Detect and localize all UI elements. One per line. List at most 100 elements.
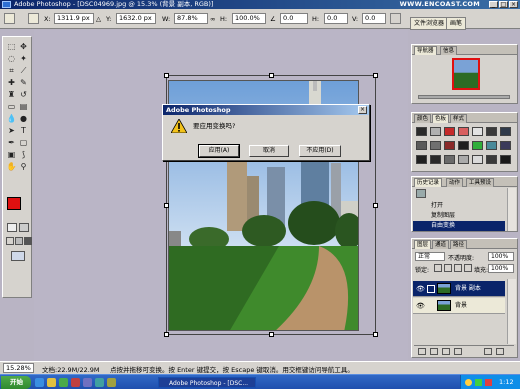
- notes-tool-icon[interactable]: ▣: [6, 149, 17, 160]
- navigator-zoom-slider[interactable]: [418, 95, 510, 99]
- apply-button[interactable]: 应用(A): [198, 144, 240, 158]
- layer-row[interactable]: 👁 背景: [413, 298, 505, 314]
- transform-handle-t[interactable]: [269, 73, 274, 78]
- quicklaunch-app3-icon[interactable]: [95, 378, 104, 387]
- magic-wand-icon[interactable]: ✦: [18, 53, 29, 64]
- swatch[interactable]: [500, 141, 511, 150]
- swatch[interactable]: [486, 155, 497, 164]
- opacity-field[interactable]: 100%: [488, 252, 514, 261]
- quicklaunch-app-icon[interactable]: [71, 378, 80, 387]
- tab-color[interactable]: 颜色: [414, 114, 432, 123]
- eye-icon[interactable]: 👁: [416, 285, 425, 293]
- transform-handle-br[interactable]: [373, 332, 378, 337]
- transform-handle-l[interactable]: [164, 203, 169, 208]
- swatch[interactable]: [472, 141, 483, 150]
- history-scrollbar[interactable]: [507, 188, 516, 231]
- v-skew-field[interactable]: 0.0: [362, 13, 386, 24]
- swatch[interactable]: [416, 127, 427, 136]
- tray-volume-icon[interactable]: [465, 379, 472, 386]
- layer-row-selected[interactable]: 👁 背景 副本: [413, 281, 505, 297]
- tray-app-icon[interactable]: [485, 379, 492, 386]
- standard-mode-icon[interactable]: [7, 223, 17, 232]
- swatch[interactable]: [458, 127, 469, 136]
- zoom-tool-icon[interactable]: ⚲: [18, 161, 29, 172]
- screen-mode-full-icon[interactable]: [24, 237, 32, 245]
- tab-info[interactable]: 信息: [440, 46, 458, 55]
- eye-icon[interactable]: 👁: [416, 302, 425, 310]
- swatch[interactable]: [416, 155, 427, 164]
- tab-actions[interactable]: 动作: [446, 178, 464, 187]
- tab-navigator[interactable]: 导航器: [414, 46, 437, 55]
- quicklaunch-folder-icon[interactable]: [47, 378, 56, 387]
- h-skew-field[interactable]: 0.0: [324, 13, 348, 24]
- swatch[interactable]: [444, 155, 455, 164]
- type-tool-icon[interactable]: T: [18, 125, 29, 136]
- path-select-icon[interactable]: ➤: [6, 125, 17, 136]
- brush-tool-icon[interactable]: ✎: [18, 77, 29, 88]
- dodge-tool-icon[interactable]: ●: [18, 113, 29, 124]
- quicklaunch-ie-icon[interactable]: [35, 378, 44, 387]
- new-set-icon[interactable]: [442, 348, 450, 355]
- swatch[interactable]: [500, 155, 511, 164]
- move-tool-icon[interactable]: ✥: [18, 41, 29, 52]
- transform-handle-tr[interactable]: [373, 73, 378, 78]
- healing-brush-icon[interactable]: ✚: [6, 77, 17, 88]
- swatch[interactable]: [444, 127, 455, 136]
- marquee-tool-icon[interactable]: ⬚: [6, 41, 17, 52]
- transform-handle-tl[interactable]: [164, 73, 169, 78]
- tab-layers[interactable]: 图层: [414, 240, 432, 249]
- swatch[interactable]: [416, 141, 427, 150]
- history-item[interactable]: 打开: [413, 201, 505, 211]
- crop-tool-icon[interactable]: ⌗: [6, 65, 17, 76]
- slice-tool-icon[interactable]: ⟋: [18, 65, 29, 76]
- history-snapshot-icon[interactable]: [416, 189, 426, 198]
- maximize-button[interactable]: □: [499, 1, 508, 8]
- tab-paths[interactable]: 路径: [450, 240, 468, 249]
- link-icon[interactable]: ∞: [210, 15, 215, 23]
- lock-position-icon[interactable]: [454, 264, 462, 272]
- h-field[interactable]: 100.0%: [232, 13, 266, 24]
- transform-handle-r[interactable]: [373, 203, 378, 208]
- swatch[interactable]: [444, 141, 455, 150]
- minimize-button[interactable]: _: [489, 1, 498, 8]
- swatch[interactable]: [430, 127, 441, 136]
- screen-mode-standard-icon[interactable]: [6, 237, 14, 245]
- stamp-tool-icon[interactable]: ♜: [6, 89, 17, 100]
- lasso-tool-icon[interactable]: ◌: [6, 53, 17, 64]
- tab-brushes[interactable]: 画笔: [446, 17, 467, 30]
- y-field[interactable]: 1632.0 px: [116, 13, 156, 24]
- adjustment-layer-icon[interactable]: [454, 348, 462, 355]
- eyedropper-tool-icon[interactable]: ⟆: [18, 149, 29, 160]
- lock-transparency-icon[interactable]: [434, 264, 442, 272]
- navigator-thumbnail[interactable]: [452, 58, 480, 90]
- close-button[interactable]: ×: [509, 1, 518, 8]
- swatch[interactable]: [486, 127, 497, 136]
- dialog-close-button[interactable]: ×: [358, 106, 367, 114]
- tab-swatches[interactable]: 色板: [432, 114, 450, 123]
- task-photoshop[interactable]: Adobe Photoshop - [DSC...: [158, 377, 256, 388]
- history-brush-icon[interactable]: ↺: [18, 89, 29, 100]
- quicklaunch-app4-icon[interactable]: [107, 378, 116, 387]
- lock-pixels-icon[interactable]: [444, 264, 452, 272]
- swatch[interactable]: [472, 155, 483, 164]
- screen-mode-full-menu-icon[interactable]: [15, 237, 23, 245]
- shape-tool-icon[interactable]: ▢: [18, 137, 29, 148]
- add-style-icon[interactable]: [418, 348, 426, 355]
- fill-field[interactable]: 100%: [488, 264, 514, 273]
- swatch[interactable]: [486, 141, 497, 150]
- doc-size[interactable]: 文档:22.9M/22.9M: [42, 364, 100, 374]
- tab-channels[interactable]: 通道: [432, 240, 450, 249]
- tab-styles[interactable]: 样式: [450, 114, 468, 123]
- x-field[interactable]: 1311.9 px: [54, 13, 94, 24]
- lock-all-icon[interactable]: [464, 264, 472, 272]
- blend-mode-select[interactable]: 正常: [415, 252, 445, 261]
- swatch[interactable]: [430, 155, 441, 164]
- new-layer-icon[interactable]: [484, 348, 492, 355]
- tab-file-browser[interactable]: 文件浏览器: [410, 17, 449, 30]
- w-field[interactable]: 87.8%: [174, 13, 208, 24]
- transform-handle-b[interactable]: [269, 332, 274, 337]
- transform-tool-icon[interactable]: [4, 13, 15, 24]
- zoom-readout[interactable]: 15.28%: [3, 363, 34, 373]
- cancel-transform-icon[interactable]: [390, 13, 401, 24]
- quick-mask-icon[interactable]: [19, 223, 29, 232]
